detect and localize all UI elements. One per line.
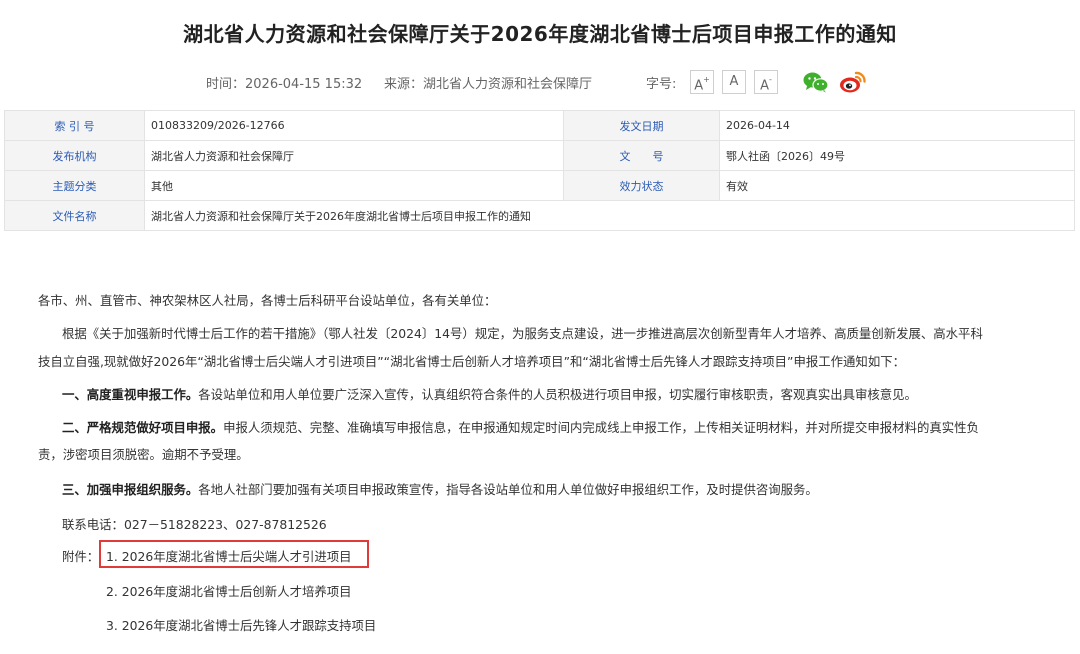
publisher-key: 发布机构: [4, 140, 145, 171]
item-two-text-line2: 责，涉密项目须脱密。逾期不予受理。: [38, 447, 249, 462]
publisher-value: 湖北省人力资源和社会保障厅: [144, 140, 564, 171]
index-number-key: 索 引 号: [4, 110, 145, 141]
document-number-value: 鄂人社函〔2026〕49号: [719, 140, 1075, 171]
info-row: 发布机构 湖北省人力资源和社会保障厅 文 号 鄂人社函〔2026〕49号: [4, 140, 1075, 171]
item-one-paragraph: 一、高度重视申报工作。各设站单位和用人单位要广泛深入宣传，认真组织符合条件的人员…: [62, 385, 1052, 403]
font-size-medium-button[interactable]: A: [722, 70, 746, 94]
item-three-heading: 三、加强申报组织服务。: [62, 482, 199, 497]
font-size-large-sup: +: [703, 75, 710, 84]
item-three-paragraph: 三、加强申报组织服务。各地人社部门要加强有关项目申报政策宣传，指导各设站单位和用…: [62, 480, 1052, 498]
publish-time: 时间：2026-04-15 15:32: [206, 77, 363, 92]
document-info-table: 索 引 号 010833209/2026-12766 发文日期 2026-04-…: [4, 110, 1075, 231]
font-size-small-sup: -: [769, 75, 772, 84]
info-row: 索 引 号 010833209/2026-12766 发文日期 2026-04-…: [4, 110, 1075, 141]
topic-category-key: 主题分类: [4, 170, 145, 201]
item-two-paragraph: 二、严格规范做好项目申报。申报人须规范、完整、准确填写申报信息，在申报通知规定时…: [62, 418, 1052, 436]
contact-phone: 联系电话：027－51828223、027-87812526: [62, 517, 327, 532]
font-size-medium-label: A: [729, 74, 739, 89]
wechat-icon[interactable]: [803, 71, 829, 97]
topic-category-value: 其他: [144, 170, 564, 201]
article-source: 来源：湖北省人力资源和社会保障厅: [384, 77, 593, 92]
document-number-key: 文 号: [563, 140, 720, 171]
greeting-paragraph: 各市、州、直管市、神农架林区人社局，各博士后科研平台设站单位，各有关单位：: [38, 293, 497, 308]
issue-date-value: 2026-04-14: [719, 110, 1075, 141]
attachment-link-1[interactable]: 1. 2026年度湖北省博士后尖端人才引进项目: [106, 547, 352, 565]
attachment-link-3[interactable]: 3. 2026年度湖北省博士后先锋人才跟踪支持项目: [106, 616, 376, 634]
intro-paragraph-line1: 根据《关于加强新时代博士后工作的若干措施》（鄂人社发〔2024〕14号）规定，为…: [62, 326, 983, 341]
info-row: 文件名称 湖北省人力资源和社会保障厅关于2026年度湖北省博士后项目申报工作的通…: [4, 200, 1075, 231]
issue-date-key: 发文日期: [563, 110, 720, 141]
intro-paragraph-line2: 技自立自强,现就做好2026年“湖北省博士后尖端人才引进项目”“湖北省博士后创新…: [38, 354, 905, 369]
font-size-label: 字号:: [646, 77, 677, 92]
font-size-large-label: A: [694, 78, 704, 94]
article-meta: 时间：2026-04-15 15:32 来源：湖北省人力资源和社会保障厅 字号:…: [0, 70, 1080, 94]
font-size-small-label: A: [760, 78, 769, 94]
info-row: 主题分类 其他 效力状态 有效: [4, 170, 1075, 201]
article-title: 湖北省人力资源和社会保障厅关于2026年度湖北省博士后项目申报工作的通知: [183, 22, 897, 46]
item-two-heading: 二、严格规范做好项目申报。: [62, 420, 224, 435]
attachment-link-2[interactable]: 2. 2026年度湖北省博士后创新人才培养项目: [106, 582, 352, 600]
item-three-text: 各地人社部门要加强有关项目申报政策宣传，指导各设站单位和用人单位做好申报组织工作…: [198, 482, 818, 497]
file-name-value: 湖北省人力资源和社会保障厅关于2026年度湖北省博士后项目申报工作的通知: [144, 200, 1075, 231]
index-number-value: 010833209/2026-12766: [144, 110, 564, 141]
font-size-small-button[interactable]: A-: [754, 70, 778, 94]
font-size-large-button[interactable]: A+: [690, 70, 714, 94]
file-name-key: 文件名称: [4, 200, 145, 231]
validity-status-value: 有效: [719, 170, 1075, 201]
validity-status-key: 效力状态: [563, 170, 720, 201]
weibo-icon-svg: [840, 71, 866, 93]
weibo-icon[interactable]: [839, 70, 867, 98]
item-one-heading: 一、高度重视申报工作。: [62, 387, 199, 402]
item-two-text-line1: 申报人须规范、完整、准确填写申报信息，在申报通知规定时间内完成线上申报工作，上传…: [223, 420, 979, 435]
wechat-icon-svg: [803, 72, 829, 93]
item-one-text: 各设站单位和用人单位要广泛深入宣传，认真组织符合条件的人员积极进行项目申报，切实…: [198, 387, 917, 402]
